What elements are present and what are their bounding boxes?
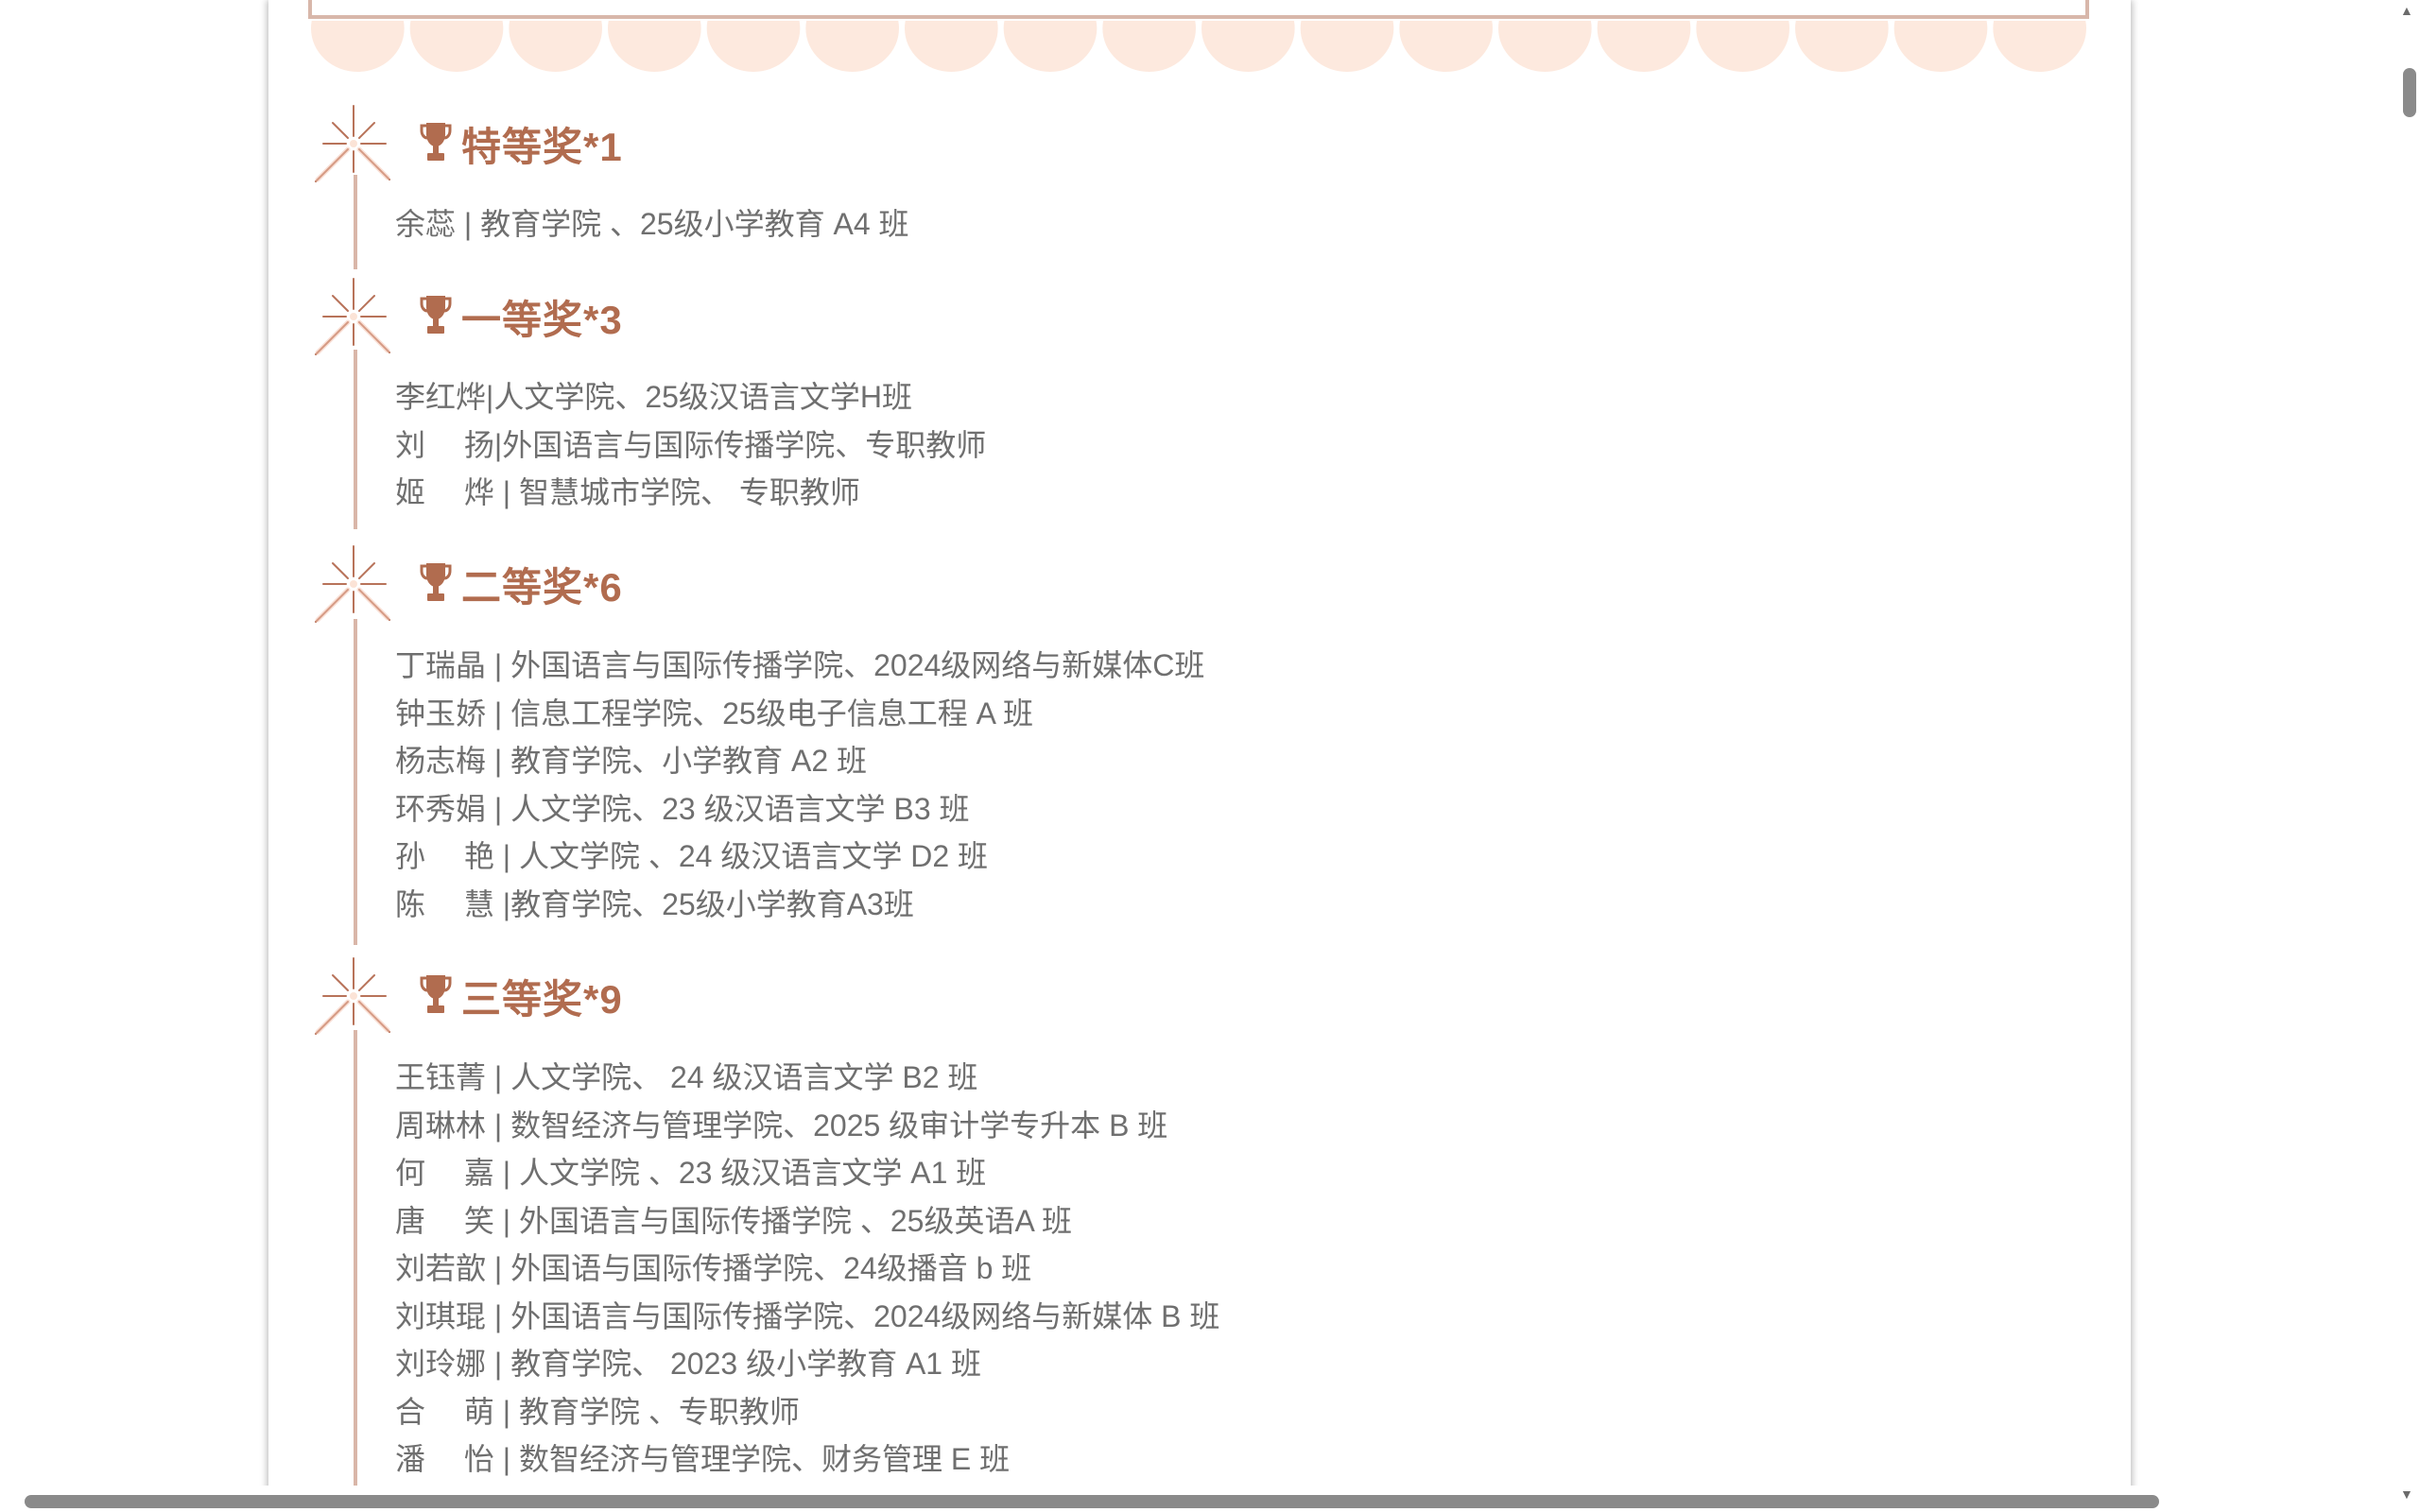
scallop bbox=[608, 21, 701, 72]
list-item: 合 萌 | 教育学院 、专职教师 bbox=[395, 1394, 800, 1429]
winner-list: 余蕊 | 教育学院 、25级小学教育 A4 班 bbox=[395, 200, 909, 249]
timeline-line bbox=[354, 1030, 357, 1493]
scallop-border bbox=[311, 21, 2086, 72]
trophy-icon bbox=[420, 294, 452, 335]
sparkle-icon bbox=[306, 269, 401, 364]
scallop bbox=[1201, 21, 1295, 72]
scrollbar-corner: ▼ bbox=[2394, 1486, 2420, 1512]
award-section-first: 一等奖*3 bbox=[268, 269, 1025, 364]
scallop bbox=[1102, 21, 1196, 72]
winner-list: 李红烨|人文学院、25级汉语言文学H班 刘 扬|外国语言与国际传播学院、专职教师… bbox=[395, 373, 986, 517]
scroll-up-icon[interactable]: ▲ bbox=[2400, 4, 2413, 17]
list-item: 周琳林 | 数智经济与管理学院、2025 级审计学专升本 B 班 bbox=[395, 1108, 1168, 1143]
list-item: 刘 扬|外国语言与国际传播学院、专职教师 bbox=[395, 427, 987, 462]
award-section-third: 三等奖*9 bbox=[268, 949, 1025, 1043]
timeline-line bbox=[354, 350, 357, 529]
list-item: 孙 艳 | 人文学院 、24 级汉语言文学 D2 班 bbox=[395, 839, 989, 873]
list-item: 丁瑞晶 | 外国语言与国际传播学院、2024级网络与新媒体C班 bbox=[395, 648, 1205, 682]
scallop bbox=[805, 21, 899, 72]
scallop bbox=[311, 21, 405, 72]
award-title: 二等奖*6 bbox=[461, 565, 623, 610]
scallop bbox=[905, 21, 998, 72]
list-item: 钟玉娇 | 信息工程学院、25级电子信息工程 A 班 bbox=[395, 696, 1034, 730]
scallop bbox=[1597, 21, 1691, 72]
scallop bbox=[1993, 21, 2086, 72]
scallop bbox=[1498, 21, 1592, 72]
vertical-scrollbar[interactable]: ▲ bbox=[2394, 0, 2420, 1486]
scallop bbox=[509, 21, 602, 72]
list-item: 唐 笑 | 外国语言与国际传播学院 、25级英语A 班 bbox=[395, 1203, 1072, 1238]
timeline-line bbox=[354, 619, 357, 945]
horizontal-scroll-thumb[interactable] bbox=[25, 1495, 2159, 1508]
scallop bbox=[1003, 21, 1098, 72]
scallop bbox=[1696, 21, 1789, 72]
list-item: 王钰菁 | 人文学院、 24 级汉语言文学 B2 班 bbox=[395, 1060, 978, 1094]
award-section-second: 二等奖*6 bbox=[268, 537, 1025, 631]
trophy-icon bbox=[420, 121, 452, 163]
scallop bbox=[706, 21, 801, 72]
sparkle-icon bbox=[306, 96, 401, 191]
trophy-icon bbox=[420, 973, 452, 1015]
winner-list: 丁瑞晶 | 外国语言与国际传播学院、2024级网络与新媒体C班 钟玉娇 | 信息… bbox=[395, 642, 1204, 928]
award-title: 三等奖*9 bbox=[461, 977, 623, 1022]
winner-list: 王钰菁 | 人文学院、 24 级汉语言文学 B2 班 周琳林 | 数智经济与管理… bbox=[395, 1054, 1219, 1484]
article-card: 特等奖*1 余蕊 | 教育学院 、25级小学教育 A4 班 一等奖*3 李红烨|… bbox=[268, 0, 2131, 1512]
sparkle-icon bbox=[306, 537, 401, 631]
header-frame bbox=[308, 0, 2089, 19]
list-item: 姬 烨 | 智慧城市学院、 专职教师 bbox=[395, 475, 860, 509]
list-item: 李红烨|人文学院、25级汉语言文学H班 bbox=[395, 380, 913, 414]
list-item: 环秀娟 | 人文学院、23 级汉语言文学 B3 班 bbox=[395, 791, 970, 826]
vertical-scroll-thumb[interactable] bbox=[2403, 68, 2416, 117]
horizontal-scrollbar[interactable] bbox=[0, 1486, 2394, 1512]
award-title: 一等奖*3 bbox=[461, 298, 623, 342]
list-item: 潘 怡 | 数智经济与管理学院、财务管理 E 班 bbox=[395, 1442, 1011, 1476]
scallop bbox=[1893, 21, 1988, 72]
list-item: 刘玲娜 | 教育学院、 2023 级小学教育 A1 班 bbox=[395, 1347, 981, 1381]
list-item: 刘琪琨 | 外国语言与国际传播学院、2024级网络与新媒体 B 班 bbox=[395, 1298, 1220, 1333]
scroll-down-icon[interactable]: ▼ bbox=[2400, 1487, 2413, 1501]
list-item: 刘若歆 | 外国语与国际传播学院、24级播音 b 班 bbox=[395, 1251, 1032, 1285]
scallop bbox=[1300, 21, 1394, 72]
list-item: 何 嘉 | 人文学院 、23 级汉语言文学 A1 班 bbox=[395, 1156, 987, 1190]
scallop bbox=[409, 21, 504, 72]
award-section-special: 特等奖*1 bbox=[268, 96, 1025, 191]
scallop bbox=[1399, 21, 1493, 72]
scallop bbox=[1795, 21, 1889, 72]
list-item: 余蕊 | 教育学院 、25级小学教育 A4 班 bbox=[395, 207, 909, 241]
list-item: 陈 慧 |教育学院、25级小学教育A3班 bbox=[395, 886, 914, 921]
trophy-icon bbox=[420, 561, 452, 603]
award-title: 特等奖*1 bbox=[461, 125, 623, 169]
list-item: 杨志梅 | 教育学院、小学教育 A2 班 bbox=[395, 744, 868, 778]
sparkle-icon bbox=[306, 949, 401, 1043]
